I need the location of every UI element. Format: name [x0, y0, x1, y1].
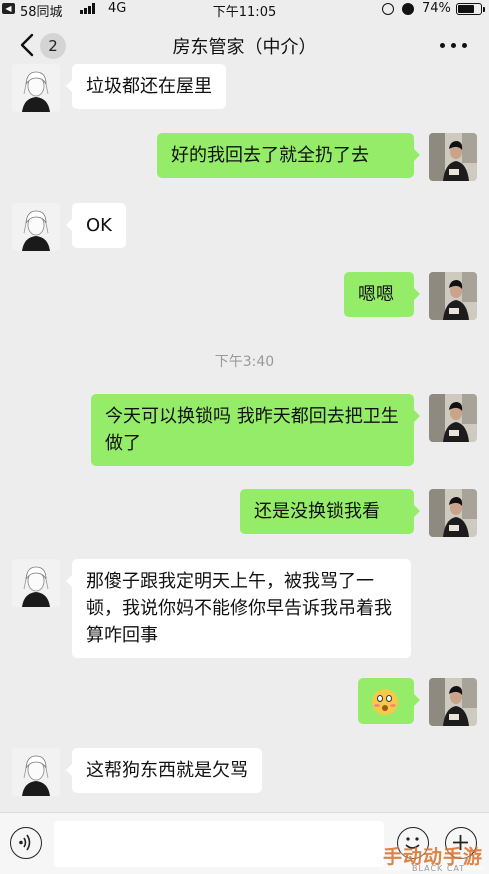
message-bubble-received[interactable]: 垃圾都还在屋里 [66, 64, 226, 109]
more-icon[interactable] [440, 42, 468, 50]
message-bubble-received[interactable]: 那傻子跟我定明天上午，被我骂了一顿，我说你妈不能修你早告诉我吊着我算咋回事 [66, 559, 411, 658]
message-bubble-received[interactable]: 这帮狗东西就是欠骂 [66, 748, 262, 793]
battery-tip [483, 7, 485, 12]
my-avatar[interactable] [429, 678, 477, 726]
contact-avatar[interactable] [12, 203, 60, 251]
time-divider: 下午3:40 [214, 354, 275, 370]
flushed-face-icon [372, 689, 398, 715]
status-bar: ◀ 58同城 4G 下午11:05 74% [0, 0, 489, 20]
message-input[interactable] [54, 821, 384, 867]
watermark-subtext: BLACK CAT [412, 864, 466, 873]
message-bubble-sent[interactable]: 还是没换锁我看 [240, 489, 420, 534]
message-bubble-sent[interactable]: 嗯嗯 [344, 272, 420, 317]
contact-avatar[interactable] [12, 559, 60, 607]
my-avatar[interactable] [429, 133, 477, 181]
alarm-icon [402, 3, 414, 15]
contact-avatar[interactable] [12, 64, 60, 112]
battery-percent: 74% [422, 1, 451, 16]
message-bubble-received[interactable]: OK [66, 203, 126, 248]
contact-avatar[interactable] [12, 748, 60, 796]
battery-level [458, 5, 474, 13]
battery-icon [456, 3, 482, 15]
message-bubble-sent[interactable]: 好的我回去了就全扔了去 [157, 133, 420, 178]
message-bubble-sent[interactable] [358, 678, 420, 724]
my-avatar[interactable] [429, 272, 477, 320]
message-bubble-sent[interactable]: 今天可以换锁吗 我昨天都回去把卫生做了 [91, 394, 420, 466]
voice-icon[interactable] [10, 827, 42, 859]
chat-title: 房东管家（中介） [172, 37, 317, 58]
my-avatar[interactable] [429, 489, 477, 537]
orientation-lock-icon [382, 3, 394, 15]
my-avatar[interactable] [429, 394, 477, 442]
